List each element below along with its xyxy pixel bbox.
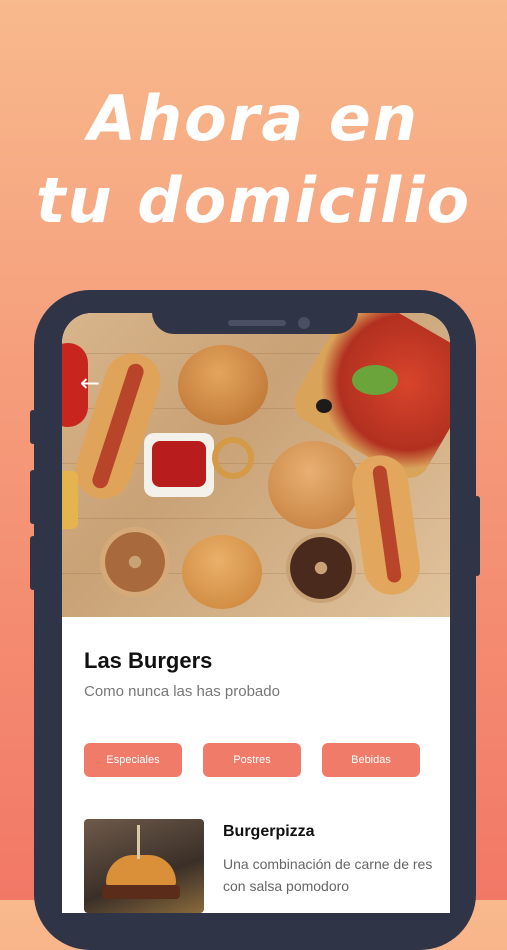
phone-side-button [30, 410, 36, 444]
restaurant-name: Las Burgers [84, 648, 213, 673]
phone-side-button [30, 470, 36, 524]
phone-notch [152, 290, 358, 334]
headline-line-1: Ahora en [88, 82, 419, 155]
hero-food-image: ← [62, 313, 450, 617]
promo-headline: Ahora en tu domicilio [0, 78, 507, 242]
app-screen: ← Las Burgers Como nunca las has probado… [62, 313, 450, 913]
phone-side-button [30, 536, 36, 590]
restaurant-tagline: Como nunca las has probado [84, 683, 280, 700]
menu-item-description: Una combinación de carne de res con sals… [223, 856, 433, 894]
menu-item-thumbnail[interactable] [84, 819, 204, 913]
phone-speaker [228, 320, 286, 326]
category-especiales[interactable]: Especiales [84, 743, 182, 777]
category-bebidas[interactable]: Bebidas [322, 743, 420, 777]
phone-side-button [474, 496, 480, 576]
menu-item-name[interactable]: Burgerpizza [223, 823, 315, 841]
category-postres[interactable]: Postres [203, 743, 301, 777]
headline-line-2: tu domicilio [35, 164, 472, 237]
back-arrow-icon[interactable]: ← [80, 369, 100, 397]
phone-camera [298, 317, 310, 329]
